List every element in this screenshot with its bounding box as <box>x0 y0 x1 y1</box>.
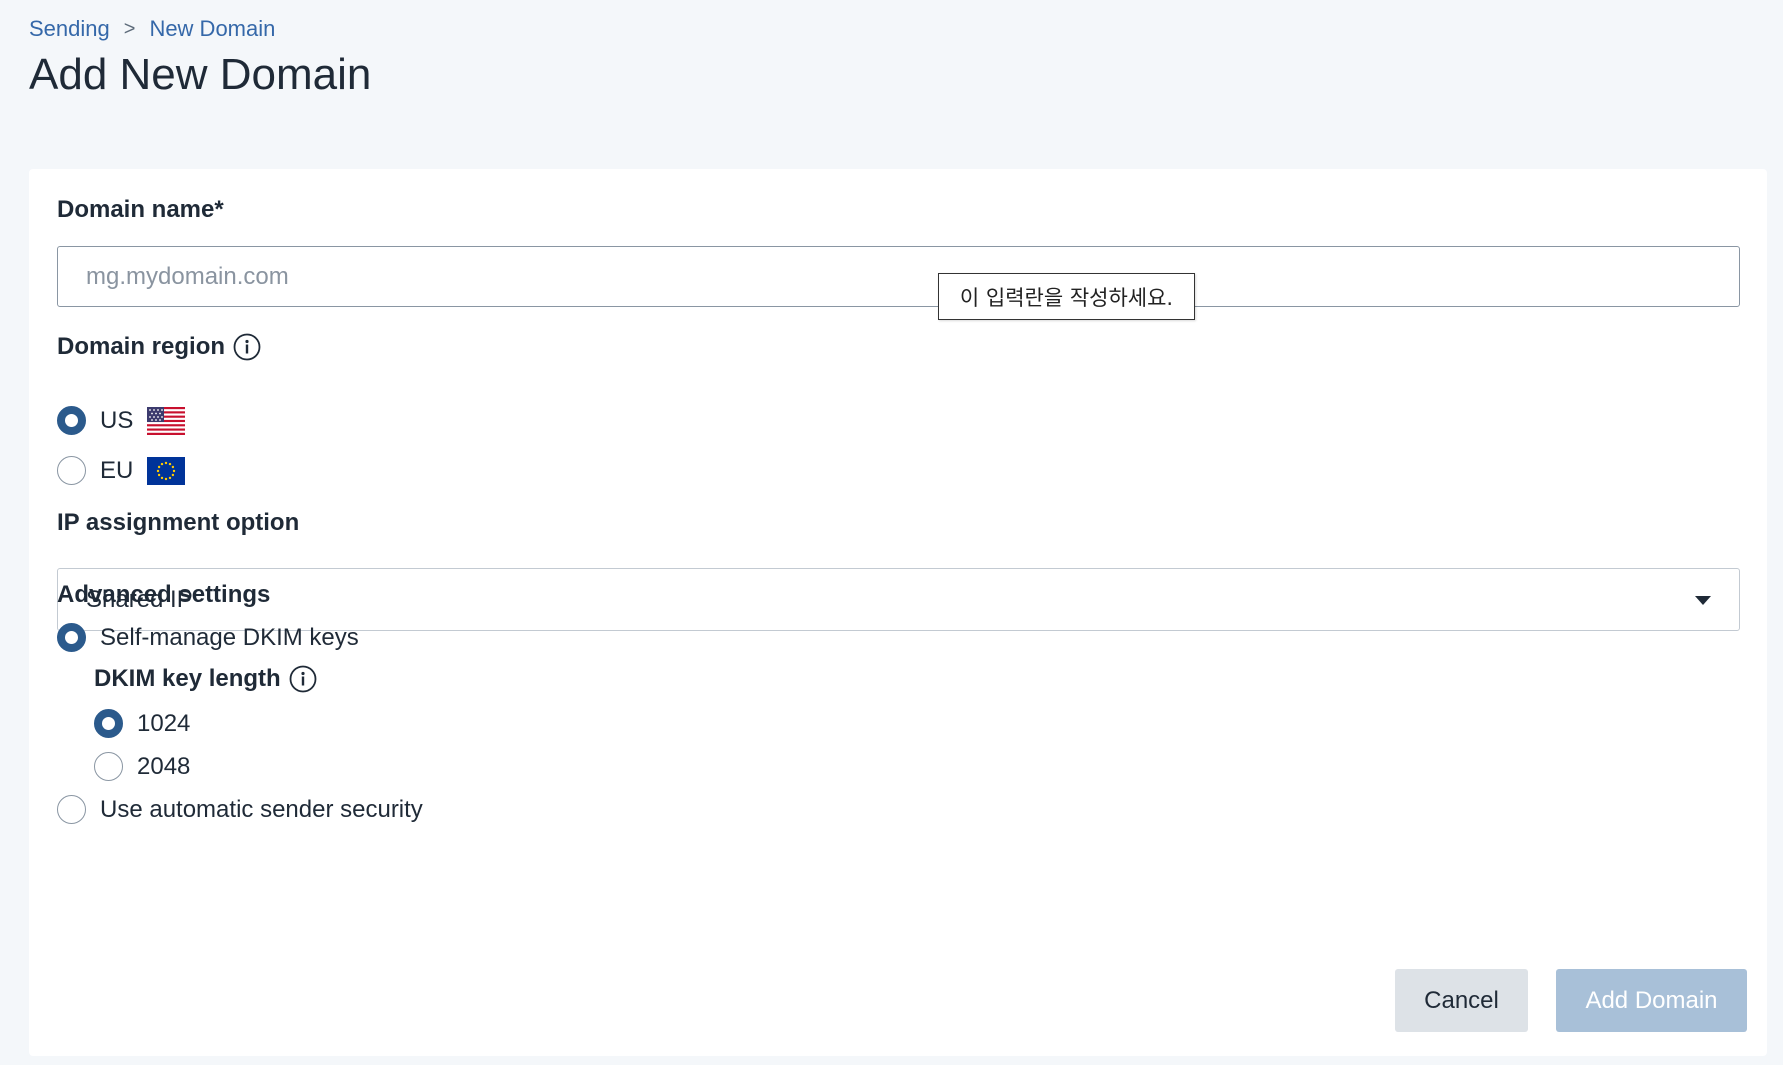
advanced-settings-label: Advanced settings <box>57 581 270 609</box>
domain-name-label-text: Domain name* <box>57 196 224 223</box>
key-length-2048-label: 2048 <box>137 752 191 780</box>
caret-down-icon <box>1695 596 1711 605</box>
self-manage-dkim-radio[interactable] <box>57 623 86 652</box>
advanced-settings-label-text: Advanced settings <box>57 581 271 608</box>
domain-region-label-text: Domain region <box>57 333 226 360</box>
ip-assignment-select[interactable]: Shared IP <box>57 568 1740 631</box>
validation-tooltip: 이 입력란을 작성하세요. <box>938 273 1195 320</box>
dkim-key-length-label-text: DKIM key length <box>94 665 281 692</box>
automatic-sender-security-label: Use automatic sender security <box>100 795 423 823</box>
breadcrumb-sending-link[interactable]: Sending <box>29 16 110 42</box>
breadcrumb: Sending > New Domain <box>29 16 275 42</box>
region-eu-label: EU <box>100 456 134 484</box>
self-manage-dkim-option[interactable]: Self-manage DKIM keys <box>57 623 359 652</box>
domain-name-input[interactable] <box>57 246 1740 307</box>
add-domain-form: Domain name* 이 입력란을 작성하세요. Domain region… <box>29 169 1767 1056</box>
region-us-radio[interactable] <box>57 406 86 435</box>
region-option-us[interactable]: US <box>57 406 186 435</box>
breadcrumb-separator: > <box>123 17 136 40</box>
ip-assignment-label-text: IP assignment option <box>57 509 300 536</box>
ip-assignment-label: IP assignment option <box>57 509 299 537</box>
domain-name-label: Domain name* <box>57 196 224 224</box>
automatic-sender-security-radio[interactable] <box>57 795 86 824</box>
us-flag-icon <box>147 406 186 435</box>
key-length-1024-label: 1024 <box>137 709 191 737</box>
cancel-button[interactable]: Cancel <box>1395 969 1528 1032</box>
region-eu-radio[interactable] <box>57 456 86 485</box>
automatic-sender-security-option[interactable]: Use automatic sender security <box>57 795 423 824</box>
dkim-key-length-label: DKIM key length <box>94 665 317 693</box>
key-length-option-2048[interactable]: 2048 <box>94 752 190 781</box>
key-length-2048-radio[interactable] <box>94 752 123 781</box>
key-length-option-1024[interactable]: 1024 <box>94 709 190 738</box>
key-length-1024-radio[interactable] <box>94 709 123 738</box>
page-title: Add New Domain <box>29 50 372 99</box>
info-icon[interactable] <box>233 333 261 361</box>
add-domain-button[interactable]: Add Domain <box>1556 969 1747 1032</box>
eu-flag-icon <box>147 456 186 485</box>
region-option-eu[interactable]: EU <box>57 456 186 485</box>
self-manage-dkim-label: Self-manage DKIM keys <box>100 623 359 651</box>
breadcrumb-new-domain-link[interactable]: New Domain <box>149 16 275 42</box>
region-us-label: US <box>100 406 134 434</box>
info-icon[interactable] <box>289 665 317 693</box>
domain-region-label: Domain region <box>57 333 261 361</box>
